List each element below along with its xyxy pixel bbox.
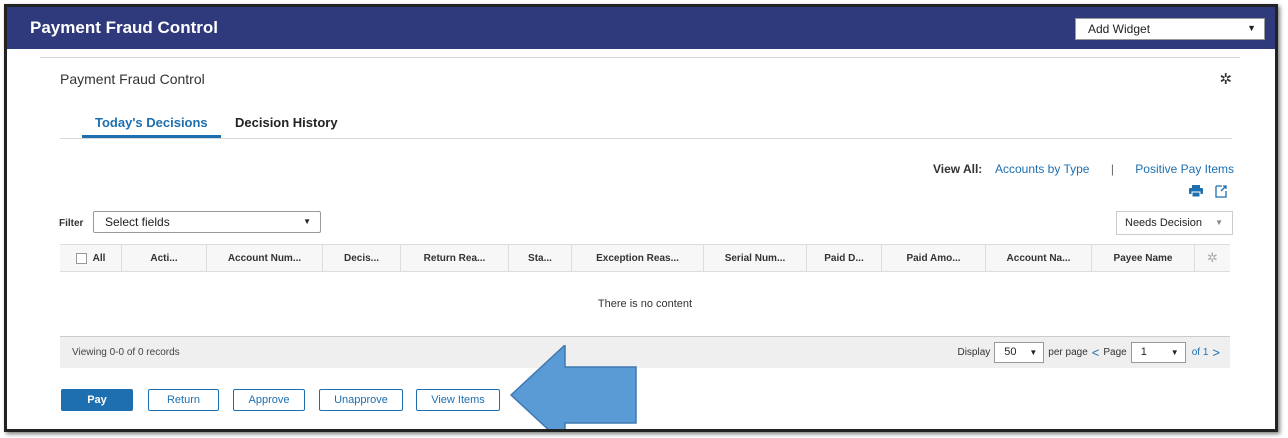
chevron-down-icon: ▼ [1215, 218, 1223, 227]
status-filter-select[interactable]: Needs Decision ▼ [1116, 211, 1233, 235]
tab-decision-history[interactable]: Decision History [235, 115, 338, 136]
page-total: of 1 [1191, 347, 1209, 358]
filter-fields-select[interactable]: Select fields ▼ [93, 211, 321, 233]
title-bar: Payment Fraud Control Add Widget ▼ [7, 7, 1275, 49]
column-header[interactable]: Decis... [323, 245, 401, 271]
column-header[interactable]: Acti... [122, 245, 207, 271]
per-page-label: per page [1048, 347, 1088, 358]
column-header[interactable]: Account Na... [986, 245, 1092, 271]
chevron-left-icon[interactable]: < [1092, 345, 1100, 360]
column-header[interactable]: Paid Amo... [882, 245, 986, 271]
column-header[interactable]: Paid D... [807, 245, 882, 271]
add-widget-label: Add Widget [1088, 22, 1151, 36]
chevron-down-icon: ▼ [303, 217, 311, 226]
view-all-label: View All: [932, 162, 983, 176]
add-widget-select[interactable]: Add Widget ▼ [1075, 18, 1265, 40]
return-button[interactable]: Return [148, 389, 219, 411]
pay-button[interactable]: Pay [61, 389, 133, 411]
page-label: Page [1103, 347, 1127, 358]
chevron-down-icon: ▼ [1029, 348, 1038, 357]
export-icon[interactable] [1215, 185, 1227, 198]
record-count: Viewing 0-0 of 0 records [72, 347, 180, 358]
display-label: Display [957, 347, 991, 358]
column-settings[interactable]: ✲ [1195, 245, 1230, 271]
positive-pay-items-link[interactable]: Positive Pay Items [1135, 162, 1234, 176]
gear-icon[interactable]: ✲ [1207, 250, 1218, 266]
grid-header: All Acti... Account Num... Decis... Retu… [60, 244, 1230, 272]
column-header[interactable]: Account Num... [207, 245, 323, 271]
chevron-down-icon: ▼ [1170, 348, 1179, 357]
app-window: Payment Fraud Control Add Widget ▼ Payme… [4, 4, 1278, 432]
page-title: Payment Fraud Control [30, 18, 218, 37]
tab-bar: Today's Decisions Decision History [60, 115, 1232, 139]
page-value: 1 [1140, 346, 1147, 358]
column-header[interactable]: Return Rea... [401, 245, 509, 271]
pager: Display 50 ▼ per page < Page 1 ▼ of 1 > [957, 342, 1224, 363]
per-page-select[interactable]: 50 ▼ [994, 342, 1045, 363]
column-header[interactable]: Exception Reas... [572, 245, 704, 271]
unapprove-button[interactable]: Unapprove [319, 389, 403, 411]
tab-todays-decisions[interactable]: Today's Decisions [82, 115, 221, 138]
view-all-links: View All: Accounts by Type | Positive Pa… [933, 162, 1234, 176]
column-header[interactable]: Serial Num... [704, 245, 807, 271]
gear-icon[interactable]: ✲ [1219, 70, 1232, 88]
column-header[interactable]: Payee Name [1092, 245, 1195, 271]
column-header-label: All [92, 252, 106, 264]
empty-message: There is no content [597, 298, 693, 310]
view-items-button[interactable]: View Items [416, 389, 500, 411]
callout-arrow-icon [509, 345, 637, 429]
filter-placeholder: Select fields [105, 215, 170, 229]
approve-button[interactable]: Approve [233, 389, 305, 411]
column-header[interactable]: Sta... [509, 245, 572, 271]
chevron-right-icon[interactable]: > [1212, 345, 1220, 360]
page-select[interactable]: 1 ▼ [1130, 342, 1186, 363]
widget-title: Payment Fraud Control [60, 71, 205, 87]
link-separator: | [1110, 162, 1114, 176]
per-page-value: 50 [1004, 346, 1017, 358]
accounts-by-type-link[interactable]: Accounts by Type [995, 162, 1090, 176]
chevron-down-icon: ▼ [1247, 23, 1256, 33]
status-filter-value: Needs Decision [1125, 217, 1203, 229]
print-icon[interactable] [1189, 185, 1203, 197]
filter-label: Filter [59, 218, 84, 229]
select-all-checkbox[interactable] [75, 252, 87, 264]
column-select-all[interactable]: All [60, 245, 122, 271]
